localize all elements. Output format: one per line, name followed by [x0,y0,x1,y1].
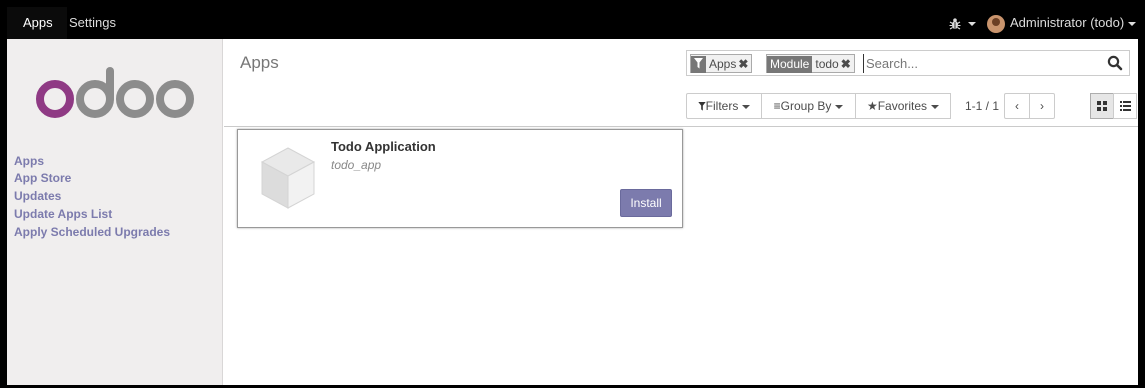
menu-apps[interactable]: Apps [7,7,67,39]
filters-label: Filters [705,99,739,113]
pager-value[interactable]: 1-1 / 1 [965,99,999,113]
odoo-logo[interactable] [31,65,201,127]
pager-next-button[interactable]: › [1029,93,1055,119]
chevron-down-icon [742,104,751,109]
kanban-view-button[interactable] [1090,93,1114,119]
filters-button[interactable]: Filters [686,93,762,119]
breadcrumb: Apps [240,53,279,72]
sidebar-item-apply-scheduled-upgrades[interactable]: Apply Scheduled Upgrades [14,225,170,239]
sidebar: Apps App Store Updates Update Apps List … [7,39,223,385]
sidebar-item-apps[interactable]: Apps [14,154,44,168]
sidebar-item-app-store[interactable]: App Store [14,171,71,185]
pager-previous-button[interactable]: ‹ [1004,93,1030,119]
search-facet-filter: Apps ✖ [690,54,753,73]
module-icon [260,147,316,209]
facet-value: todo [815,57,839,71]
search-input[interactable] [863,54,1099,73]
favorites-label: Favorites [877,99,928,113]
close-icon[interactable]: ✖ [841,57,851,71]
chevron-left-icon: ‹ [1015,99,1019,113]
facet-category: Module [767,56,813,73]
control-panel: Apps Apps✖ Moduletodo✖ Filters ≡Group By… [224,39,1138,127]
close-icon[interactable]: ✖ [738,57,748,71]
star-icon: ★ [866,99,878,113]
user-name: Administrator (todo) [1010,15,1125,30]
chevron-down-icon [1128,21,1137,26]
kanban-view-icon [1097,101,1107,111]
card-technical-name: todo_app [331,158,382,172]
chevron-right-icon: › [1040,99,1044,113]
favorites-button[interactable]: ★Favorites [855,93,951,119]
filter-icon [697,102,706,111]
avatar [987,14,1005,33]
install-button[interactable]: Install [620,189,672,217]
list-view-icon [1119,101,1131,111]
kanban-card[interactable]: Todo Application todo_app Install [237,129,683,228]
group-by-label: Group By [780,99,832,113]
search-icon[interactable] [1106,54,1124,72]
chevron-down-icon [968,21,977,26]
card-title: Todo Application [331,139,436,154]
user-menu[interactable]: Administrator (todo) [987,7,1137,39]
search-facet-module: Module todo ✖ [766,54,855,73]
chevron-down-icon [931,104,940,109]
chevron-down-icon [835,104,844,109]
odoo-window: Apps Settings Administrator (todo) Apps … [7,7,1138,385]
top-navbar: Apps Settings Administrator (todo) [7,7,1138,39]
search-box: Apps ✖ Module todo ✖ [686,50,1130,76]
debug-menu[interactable] [949,7,977,39]
facet-value: Apps [709,57,737,71]
menu-settings[interactable]: Settings [69,7,116,39]
list-view-button[interactable] [1113,93,1137,119]
list-icon: ≡ [773,99,781,113]
group-by-button[interactable]: ≡Group By [761,93,856,119]
sidebar-item-update-apps-list[interactable]: Update Apps List [14,207,112,221]
filter-icon [691,56,706,73]
bug-icon [949,18,961,30]
sidebar-item-updates[interactable]: Updates [14,189,61,203]
